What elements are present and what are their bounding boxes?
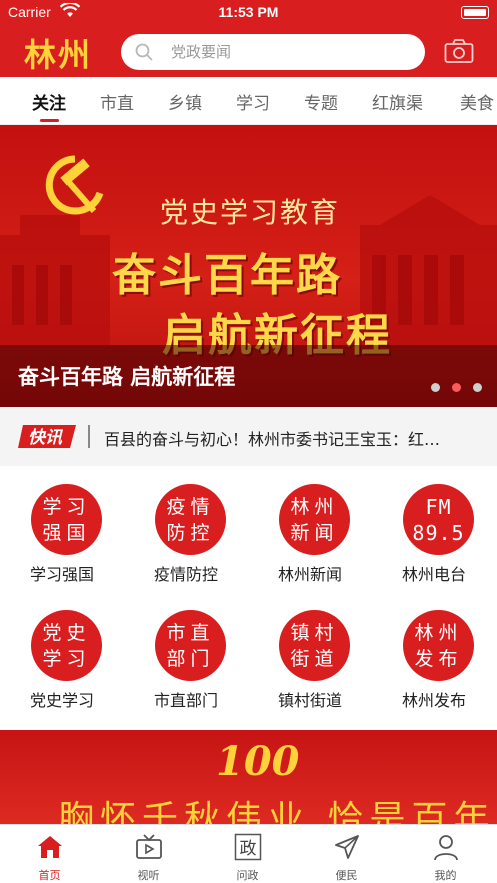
tab-food[interactable]: 美食 — [460, 89, 494, 114]
tabbar-label: 问政 — [236, 869, 259, 882]
battery-icon — [461, 6, 489, 19]
app-logo[interactable]: 林州 — [24, 30, 92, 76]
xuexi-icon: 学习 强国 — [31, 484, 102, 555]
radio-icon: FM 89.5 — [403, 484, 474, 555]
linzhou-news-icon: 林州 新闻 — [279, 484, 350, 555]
centenary-badge: 100 — [216, 738, 300, 785]
carousel-dot[interactable] — [473, 383, 482, 392]
party-history-icon: 党史 学习 — [31, 610, 102, 681]
search-input[interactable] — [171, 40, 411, 64]
city-departments-icon: 市直 部门 — [155, 610, 226, 681]
grid-item-linzhou-release[interactable]: 林州 发布 林州发布 — [379, 592, 489, 712]
channel-tabs: 关注 市直 乡镇 学习 专题 红旗渠 美食 — [0, 77, 497, 125]
grid-item-label: 学习强国 — [29, 565, 94, 584]
active-tab-indicator — [40, 119, 59, 122]
news-flash-tag: 快讯 — [28, 428, 64, 448]
banner-caption-bar: 奋斗百年路 启航新征程 — [0, 345, 497, 407]
top-header: Carrier 11:53 PM 林州 — [0, 0, 497, 77]
grid-item-label: 市直部门 — [153, 691, 218, 710]
tab-township[interactable]: 乡镇 — [168, 89, 202, 114]
tabbar-video[interactable]: 视听 — [99, 825, 198, 883]
grid-item-label: 镇村街道 — [277, 691, 342, 710]
camera-icon[interactable] — [444, 38, 474, 64]
user-icon — [434, 835, 458, 861]
grid-item-towns[interactable]: 镇村 街道 镇村街道 — [255, 592, 365, 712]
grid-item-label: 党史学习 — [29, 691, 94, 710]
grid-item-label: 林州发布 — [401, 691, 466, 710]
tabbar-label: 首页 — [38, 869, 61, 882]
tab-city[interactable]: 市直 — [100, 89, 134, 114]
home-icon — [38, 836, 62, 858]
service-grid: 学习 强国 学习强国 疫情 防控 疫情防控 林州 新闻 林州新闻 FM 89.5 林州电… — [0, 466, 497, 728]
tabbar-home[interactable]: 首页 — [0, 825, 99, 883]
carousel-dot[interactable] — [431, 383, 440, 392]
search-icon — [135, 43, 153, 61]
tabbar-politics[interactable]: 政 问政 — [198, 825, 297, 883]
grid-item-linzhou-news[interactable]: 林州 新闻 林州新闻 — [255, 466, 365, 586]
banner-caption: 奋斗百年路 启航新征程 — [18, 365, 236, 389]
news-flash-bar[interactable]: 快讯 百县的奋斗与初心！林州市委书记王宝玉：红… — [0, 407, 497, 466]
tabbar-label: 便民 — [335, 869, 358, 882]
status-time: 11:53 PM — [218, 4, 279, 20]
tv-icon — [136, 834, 162, 859]
tabbar-label: 我的 — [434, 869, 457, 882]
banner-subtitle: 党史学习教育 — [160, 196, 341, 229]
send-icon — [335, 835, 359, 859]
grid-item-label: 林州新闻 — [277, 565, 342, 584]
grid-item-radio[interactable]: FM 89.5 林州电台 — [379, 466, 489, 586]
divider — [88, 425, 90, 448]
government-icon: 政 — [234, 833, 262, 861]
banner-carousel[interactable]: 党史学习教育 奋斗百年路 启航新征程 奋斗百年路 启航新征程 — [0, 125, 497, 407]
grid-item-epidemic[interactable]: 疫情 防控 疫情防控 — [131, 466, 241, 586]
grid-item-xuexi[interactable]: 学习 强国 学习强国 — [7, 466, 117, 586]
tabbar-profile[interactable]: 我的 — [396, 825, 495, 883]
bottom-tab-bar: 首页 视听 政 问政 便民 我的 — [0, 824, 497, 883]
promo-slogan: 胸怀千秋伟业 恰是百年风华 — [58, 799, 497, 824]
news-flash-badge: 快讯 — [18, 425, 76, 448]
towns-icon: 镇村 街道 — [279, 610, 350, 681]
tabbar-services[interactable]: 便民 — [297, 825, 396, 883]
grid-item-party-history[interactable]: 党史 学习 党史学习 — [7, 592, 117, 712]
linzhou-release-icon: 林州 发布 — [403, 610, 474, 681]
grid-item-city-departments[interactable]: 市直 部门 市直部门 — [131, 592, 241, 712]
banner-headline-1: 奋斗百年路 — [112, 250, 342, 301]
epidemic-icon: 疫情 防控 — [155, 484, 226, 555]
status-bar: Carrier 11:53 PM — [0, 0, 497, 24]
tab-topics[interactable]: 专题 — [304, 89, 338, 114]
party-emblem-icon — [45, 155, 104, 215]
grid-item-label: 疫情防控 — [153, 565, 218, 584]
search-bar[interactable] — [121, 34, 425, 70]
news-flash-text[interactable]: 百县的奋斗与初心！林州市委书记王宝玉：红… — [104, 426, 484, 450]
svg-text:政: 政 — [240, 839, 257, 859]
promo-banner[interactable]: 100 胸怀千秋伟业 恰是百年风华 — [0, 730, 497, 824]
tab-study[interactable]: 学习 — [236, 89, 270, 114]
grid-item-label: 林州电台 — [401, 565, 466, 584]
tabbar-label: 视听 — [137, 869, 160, 882]
tab-hongqiqu[interactable]: 红旗渠 — [372, 89, 423, 114]
tab-follow[interactable]: 关注 — [32, 89, 66, 114]
carousel-dot-active[interactable] — [452, 383, 461, 392]
